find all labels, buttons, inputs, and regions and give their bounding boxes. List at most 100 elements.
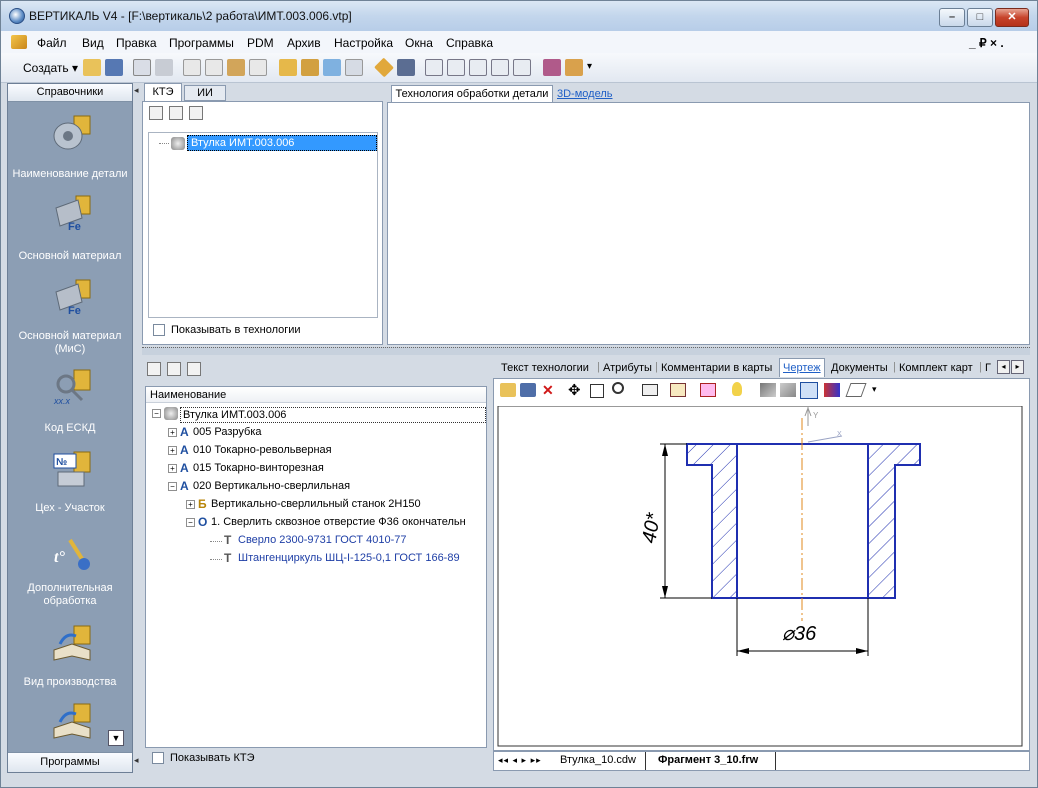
paste-icon[interactable]	[227, 59, 245, 76]
tree-row-equipment[interactable]: Вертикально-сверлильный станок 2Н150	[211, 498, 421, 510]
eskd-code-icon[interactable]: xx.x	[52, 368, 92, 408]
toolbar-more-icon[interactable]: ▾	[587, 61, 592, 72]
menu-pdm[interactable]: PDM	[247, 36, 274, 50]
ref-item-part-name[interactable]: Наименование детали	[8, 168, 132, 181]
ref-item-main-material[interactable]: Основной материал	[8, 250, 132, 263]
panel-scroll-down-button[interactable]: ▼	[108, 730, 124, 746]
window-cascade-icon[interactable]	[425, 59, 443, 76]
extra-processing-icon[interactable]: t°	[52, 532, 92, 572]
tree-row-tool[interactable]: Штангенциркуль ШЦ-I-125-0,1 ГОСТ 166-89	[238, 552, 460, 564]
maximize-button[interactable]: □	[967, 8, 993, 27]
tree-row-operation[interactable]: 015 Токарно-винторезная	[193, 462, 324, 474]
programs-panel-header[interactable]: Программы	[8, 752, 132, 772]
workshop-icon[interactable]: №	[52, 450, 92, 490]
book-icon[interactable]	[397, 59, 415, 76]
show-kte-checkbox[interactable]	[152, 752, 164, 764]
tree2-expand-icon[interactable]	[147, 362, 161, 376]
production-type-icon[interactable]	[52, 624, 92, 664]
tree-item-root[interactable]: Втулка ИМТ.003.006	[187, 135, 377, 151]
tree-toggle[interactable]: +	[168, 428, 177, 437]
production-type-icon-2[interactable]	[52, 702, 92, 742]
link-icon[interactable]	[323, 59, 341, 76]
menu-view[interactable]: Вид	[82, 36, 104, 50]
tree-row-root[interactable]: Втулка ИМТ.003.006	[180, 407, 486, 423]
sheet-icon[interactable]	[642, 384, 658, 396]
export-drawing-icon[interactable]	[700, 383, 716, 397]
tree-row-operation[interactable]: 020 Вертикально-сверлильная	[193, 480, 350, 492]
ref-item-workshop[interactable]: Цех - Участок	[8, 502, 132, 515]
ruler-icon[interactable]	[845, 383, 867, 397]
close-button[interactable]: ✕	[995, 8, 1029, 27]
collapse-left-bottom-icon[interactable]: ◂	[134, 755, 142, 767]
tree-row-tool[interactable]: Сверло 2300-9731 ГОСТ 4010-77	[238, 534, 407, 546]
zoom-fit-icon[interactable]	[590, 384, 604, 398]
tabs-scroll-right-button[interactable]: ▸	[1011, 360, 1024, 374]
tree-toggle[interactable]: +	[168, 446, 177, 455]
menu-programs[interactable]: Программы	[169, 36, 234, 50]
drawing-save-icon[interactable]	[520, 383, 536, 397]
save-icon[interactable]	[105, 59, 123, 76]
tree-row-operation[interactable]: 005 Разрубка	[193, 426, 262, 438]
library-icon[interactable]	[543, 59, 561, 76]
tab-comments[interactable]: Комментарии в карты	[661, 362, 772, 374]
tree2-properties-icon[interactable]	[187, 362, 201, 376]
tree-properties-icon[interactable]	[189, 106, 203, 120]
tree-expand-icon[interactable]	[149, 106, 163, 120]
minimize-all-icon[interactable]	[513, 59, 531, 76]
paste-special-icon[interactable]	[249, 59, 267, 76]
horizontal-splitter[interactable]	[142, 347, 1030, 355]
tab-attributes[interactable]: Атрибуты	[603, 362, 652, 374]
tab-documents[interactable]: Документы	[831, 362, 888, 374]
tree-toggle[interactable]: −	[152, 409, 161, 418]
open-folder-icon[interactable]	[83, 59, 101, 76]
copy-icon[interactable]	[205, 59, 223, 76]
pan-icon[interactable]: ✥	[568, 381, 581, 399]
tree-toggle[interactable]: −	[186, 518, 195, 527]
tab-kte[interactable]: КТЭ	[144, 83, 182, 102]
ref-item-eskd-code[interactable]: Код ЕСКД	[8, 422, 132, 435]
drawing-more-icon[interactable]: ▾	[872, 384, 877, 395]
arrange-icon[interactable]	[491, 59, 509, 76]
ref-item-extra-processing[interactable]: Дополнительная обработка	[8, 582, 132, 608]
menu-windows[interactable]: Окна	[405, 36, 433, 50]
tab-overflow[interactable]: Г	[985, 362, 991, 374]
show-in-technology-checkbox[interactable]	[153, 324, 165, 336]
tab-card-set[interactable]: Комплект карт	[899, 362, 973, 374]
material-icon[interactable]: Fe	[52, 194, 92, 234]
drawing-delete-icon[interactable]: ✕	[542, 382, 554, 399]
sheet-tab-bushing[interactable]: Втулка_10.cdw	[554, 752, 646, 770]
tab-drawing[interactable]: Чертеж	[783, 362, 821, 374]
lightbulb-icon[interactable]	[732, 382, 742, 396]
tree-toggle[interactable]: −	[168, 482, 177, 491]
table-icon[interactable]	[345, 59, 363, 76]
export-icon[interactable]	[565, 59, 583, 76]
part-name-icon[interactable]	[52, 114, 92, 154]
tree-row-transition[interactable]: 1. Сверлить сквозное отверстие Ф36 оконч…	[211, 516, 466, 528]
ref-item-main-material-mis[interactable]: Основной материал (МиС)	[8, 330, 132, 356]
refresh-icon[interactable]	[301, 59, 319, 76]
tree-column-header[interactable]: Наименование	[146, 387, 486, 403]
tree-toggle[interactable]: +	[168, 464, 177, 473]
tabs-scroll-left-button[interactable]: ◂	[997, 360, 1010, 374]
menu-archive[interactable]: Архив	[287, 36, 321, 50]
sheet-tab-fragment[interactable]: Фрагмент 3_10.frw	[652, 752, 776, 770]
diamond-icon[interactable]	[374, 57, 394, 78]
window-vertical-icon[interactable]	[469, 59, 487, 76]
menu-edit[interactable]: Правка	[116, 36, 157, 50]
window-horizontal-icon[interactable]	[447, 59, 465, 76]
tree-toggle[interactable]: +	[186, 500, 195, 509]
tree2-collapse-icon[interactable]	[167, 362, 181, 376]
tab-ii[interactable]: ИИ	[184, 85, 226, 101]
tool2-icon[interactable]	[780, 383, 796, 397]
ref-item-production-type[interactable]: Вид производства	[8, 676, 132, 689]
edit-icon[interactable]	[279, 59, 297, 76]
tab-3d-model[interactable]: 3D-модель	[557, 88, 612, 100]
minimize-button[interactable]: –	[939, 8, 965, 27]
menu-help[interactable]: Справка	[446, 36, 493, 50]
material-mis-icon[interactable]: Fe	[52, 278, 92, 318]
tool-icon[interactable]	[760, 383, 776, 397]
dimension-icon[interactable]	[824, 383, 840, 397]
reference-panel-header[interactable]: Справочники	[8, 84, 132, 102]
drawing-open-icon[interactable]	[500, 383, 516, 397]
tree-collapse-icon[interactable]	[169, 106, 183, 120]
